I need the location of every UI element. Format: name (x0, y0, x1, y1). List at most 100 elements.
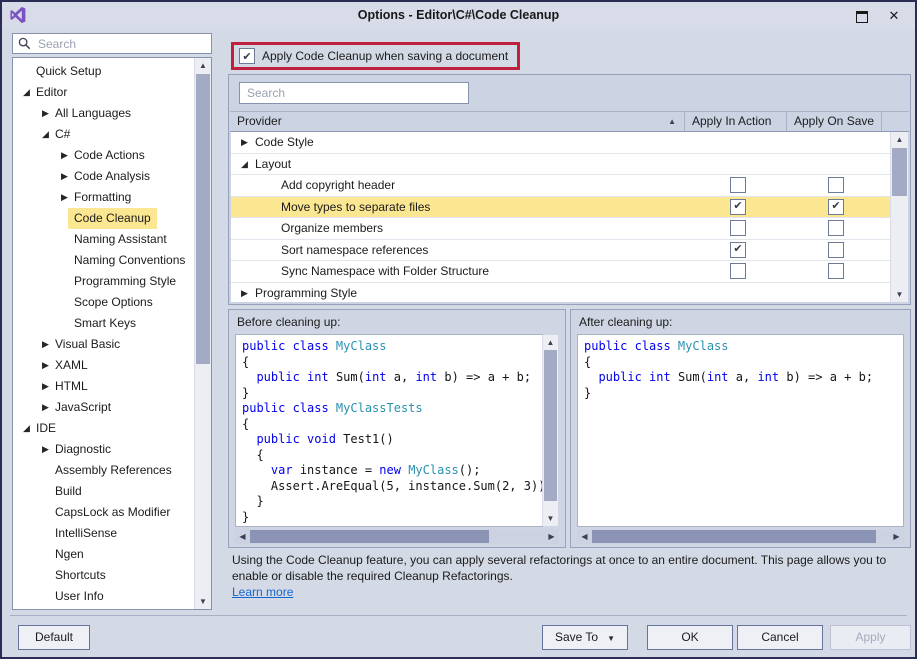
before-code-vscrollbar[interactable]: ▲ ▼ (542, 335, 558, 526)
scrollbar-thumb[interactable] (892, 148, 907, 196)
tree-item-code-analysis[interactable]: ▶Code Analysis (13, 166, 194, 187)
tree-item-html[interactable]: ▶HTML (13, 376, 194, 397)
sidebar-search-input[interactable] (36, 36, 211, 52)
provider-row-organize-members[interactable]: Organize members (231, 218, 891, 240)
tree-item-capslock-as-modifier[interactable]: CapsLock as Modifier (13, 502, 194, 523)
after-code-view[interactable]: public class MyClass{ public int Sum(int… (577, 334, 904, 527)
scrollbar-thumb[interactable] (250, 530, 489, 543)
expander-icon[interactable]: ▶ (42, 397, 49, 418)
after-cleaning-panel: After cleaning up: public class MyClass{… (570, 309, 911, 548)
provider-row-code-style[interactable]: ▶Code Style (231, 132, 891, 154)
provider-row-sort-namespace-references[interactable]: Sort namespace references✔ (231, 240, 891, 262)
scroll-right-icon[interactable]: ▶ (889, 529, 904, 544)
scrollbar-thumb[interactable] (196, 74, 210, 364)
tree-scrollbar[interactable]: ▲ ▼ (194, 58, 211, 609)
expander-icon[interactable]: ◢ (42, 124, 49, 145)
before-code-view[interactable]: public class MyClass{ public int Sum(int… (235, 334, 543, 527)
tree-item-all-languages[interactable]: ▶All Languages (13, 103, 194, 124)
expander-icon[interactable]: ◢ (23, 82, 30, 103)
expander-icon[interactable]: ▶ (241, 132, 248, 153)
apply-in-action-checkbox[interactable] (730, 177, 746, 193)
scroll-up-icon[interactable]: ▲ (891, 132, 908, 147)
expander-icon[interactable]: ▶ (42, 334, 49, 355)
scroll-down-icon[interactable]: ▼ (195, 594, 211, 609)
tree-item-assembly-references[interactable]: Assembly References (13, 460, 194, 481)
apply-on-save-checkbox[interactable] (828, 263, 844, 279)
scroll-up-icon[interactable]: ▲ (195, 58, 211, 73)
tree-item-formatting[interactable]: ▶Formatting (13, 187, 194, 208)
provider-search-box[interactable] (239, 82, 469, 104)
tree-item-code-actions[interactable]: ▶Code Actions (13, 145, 194, 166)
tree-item-diagnostic[interactable]: ▶Diagnostic (13, 439, 194, 460)
tree-item-quick-setup[interactable]: Quick Setup (13, 61, 194, 82)
scroll-down-icon[interactable]: ▼ (543, 511, 558, 526)
scroll-left-icon[interactable]: ◀ (577, 529, 592, 544)
column-header-apply-on-save[interactable]: Apply On Save (787, 112, 882, 131)
apply-on-save-highlight[interactable]: ✔ Apply Code Cleanup when saving a docum… (231, 42, 520, 70)
apply-code-cleanup-checkbox[interactable]: ✔ (239, 48, 255, 64)
tree-item-xaml[interactable]: ▶XAML (13, 355, 194, 376)
apply-on-save-checkbox[interactable] (828, 177, 844, 193)
expander-icon[interactable]: ▶ (42, 439, 49, 460)
tree-item-smart-keys[interactable]: Smart Keys (13, 313, 194, 334)
tree-item-naming-conventions[interactable]: Naming Conventions (13, 250, 194, 271)
provider-row-move-types-to-separate-files[interactable]: Move types to separate files✔✔ (231, 197, 891, 219)
expander-icon[interactable]: ▶ (42, 355, 49, 376)
scroll-up-icon[interactable]: ▲ (543, 335, 558, 350)
provider-table-scrollbar[interactable]: ▲ ▼ (890, 132, 908, 302)
expander-icon[interactable]: ▶ (61, 187, 68, 208)
ok-button[interactable]: OK (647, 625, 733, 650)
sidebar-search-box[interactable] (12, 33, 212, 54)
apply-button[interactable]: Apply (830, 625, 911, 650)
expander-icon[interactable]: ◢ (241, 154, 248, 175)
tree-item-javascript[interactable]: ▶JavaScript (13, 397, 194, 418)
apply-on-save-checkbox[interactable] (828, 242, 844, 258)
tree-item-scope-options[interactable]: Scope Options (13, 292, 194, 313)
title-bar[interactable]: Options - Editor\C#\Code Cleanup ✕ (2, 2, 915, 29)
expander-icon[interactable]: ▶ (42, 103, 49, 124)
tree-item-user-info[interactable]: User Info (13, 586, 194, 607)
after-code-hscrollbar[interactable]: ◀ ▶ (577, 529, 904, 544)
expander-icon[interactable]: ▶ (241, 283, 248, 303)
scrollbar-thumb[interactable] (592, 530, 876, 543)
tree-item-editor[interactable]: ◢Editor (13, 82, 194, 103)
column-header-provider[interactable]: Provider ▲ (230, 112, 685, 131)
tree-item-intellisense[interactable]: IntelliSense (13, 523, 194, 544)
apply-on-save-checkbox[interactable]: ✔ (828, 199, 844, 215)
scrollbar-thumb[interactable] (544, 350, 557, 501)
apply-on-save-checkbox[interactable] (828, 220, 844, 236)
scroll-left-icon[interactable]: ◀ (235, 529, 250, 544)
expander-icon[interactable]: ◢ (23, 418, 30, 439)
tree-item-ngen[interactable]: Ngen (13, 544, 194, 565)
tree-item-code-cleanup[interactable]: Code Cleanup (13, 208, 194, 229)
apply-in-action-checkbox[interactable] (730, 263, 746, 279)
apply-in-action-checkbox[interactable] (730, 220, 746, 236)
provider-row-layout[interactable]: ◢Layout (231, 154, 891, 176)
provider-search-input[interactable] (245, 85, 468, 101)
tree-item-build[interactable]: Build (13, 481, 194, 502)
tree-item-visual-basic[interactable]: ▶Visual Basic (13, 334, 194, 355)
save-to-button[interactable]: Save To▼ (542, 625, 628, 650)
scroll-right-icon[interactable]: ▶ (544, 529, 559, 544)
provider-row-add-copyright-header[interactable]: Add copyright header (231, 175, 891, 197)
provider-row-sync-namespace-with-folder-structure[interactable]: Sync Namespace with Folder Structure (231, 261, 891, 283)
apply-in-action-checkbox[interactable]: ✔ (730, 242, 746, 258)
before-code-hscrollbar[interactable]: ◀ ▶ (235, 529, 559, 544)
close-button[interactable]: ✕ (879, 7, 909, 25)
tree-item-programming-style[interactable]: Programming Style (13, 271, 194, 292)
tree-item-c[interactable]: ◢C# (13, 124, 194, 145)
cancel-button[interactable]: Cancel (737, 625, 823, 650)
apply-in-action-checkbox[interactable]: ✔ (730, 199, 746, 215)
maximize-button[interactable] (847, 7, 877, 25)
default-button[interactable]: Default (18, 625, 90, 650)
column-header-apply-in-action[interactable]: Apply In Action (685, 112, 787, 131)
expander-icon[interactable]: ▶ (61, 145, 68, 166)
scroll-down-icon[interactable]: ▼ (891, 287, 908, 302)
expander-icon[interactable]: ▶ (42, 376, 49, 397)
expander-icon[interactable]: ▶ (61, 166, 68, 187)
tree-item-naming-assistant[interactable]: Naming Assistant (13, 229, 194, 250)
learn-more-link[interactable]: Learn more (232, 585, 293, 599)
tree-item-shortcuts[interactable]: Shortcuts (13, 565, 194, 586)
tree-item-ide[interactable]: ◢IDE (13, 418, 194, 439)
provider-row-programming-style[interactable]: ▶Programming Style (231, 283, 891, 303)
